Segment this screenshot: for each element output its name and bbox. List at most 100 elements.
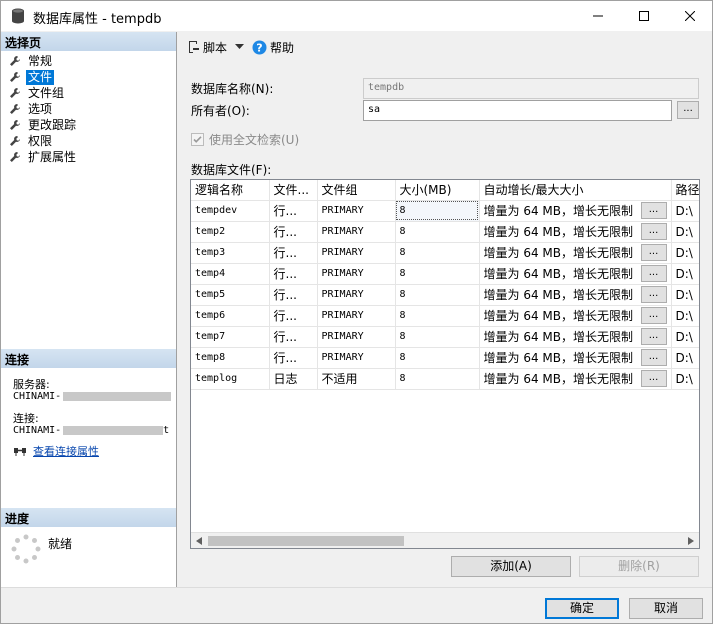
- cell-file-type[interactable]: 行...: [269, 200, 318, 222]
- scrollbar-thumb[interactable]: [208, 536, 404, 546]
- cell-autogrowth[interactable]: 增量为 64 MB，增长无限制...: [479, 221, 672, 243]
- page-item-options[interactable]: 选项: [7, 101, 78, 117]
- cell-path[interactable]: D:\: [671, 326, 699, 348]
- cell-logical-name[interactable]: temp6: [191, 305, 270, 327]
- cell-filegroup[interactable]: PRIMARY: [317, 221, 396, 243]
- cell-logical-name[interactable]: temp5: [191, 284, 270, 306]
- cell-logical-name[interactable]: temp8: [191, 347, 270, 369]
- cell-path[interactable]: D:\: [671, 242, 699, 264]
- cell-size[interactable]: 8: [395, 242, 480, 264]
- table-row[interactable]: temp7 行... PRIMARY 8 增量为 64 MB，增长无限制... …: [191, 326, 699, 348]
- table-row[interactable]: temp8 行... PRIMARY 8 增量为 64 MB，增长无限制... …: [191, 347, 699, 369]
- column-header-size[interactable]: 大小(MB): [395, 180, 480, 201]
- cell-size[interactable]: 8: [395, 200, 480, 222]
- cell-path[interactable]: D:\: [671, 305, 699, 327]
- db-name-field[interactable]: tempdb: [363, 78, 699, 99]
- cell-autogrowth[interactable]: 增量为 64 MB，增长无限制...: [479, 368, 672, 390]
- cell-autogrowth[interactable]: 增量为 64 MB，增长无限制...: [479, 347, 672, 369]
- cell-filegroup[interactable]: PRIMARY: [317, 284, 396, 306]
- cell-file-type[interactable]: 行...: [269, 242, 318, 264]
- cell-file-type[interactable]: 行...: [269, 284, 318, 306]
- cell-file-type[interactable]: 日志: [269, 368, 318, 390]
- cell-size[interactable]: 8: [395, 305, 480, 327]
- cell-filegroup[interactable]: PRIMARY: [317, 347, 396, 369]
- minimize-button[interactable]: [575, 1, 621, 31]
- horizontal-scrollbar[interactable]: [191, 532, 699, 548]
- autogrowth-ellipsis-button[interactable]: ...: [640, 370, 667, 387]
- cell-autogrowth[interactable]: 增量为 64 MB，增长无限制...: [479, 305, 672, 327]
- cell-logical-name[interactable]: temp7: [191, 326, 270, 348]
- cell-filegroup[interactable]: PRIMARY: [317, 305, 396, 327]
- owner-browse-button[interactable]: ...: [677, 101, 699, 119]
- script-dropdown[interactable]: [235, 44, 245, 50]
- cell-logical-name[interactable]: temp4: [191, 263, 270, 285]
- cancel-button[interactable]: 取消: [629, 598, 703, 619]
- cell-logical-name[interactable]: templog: [191, 368, 270, 390]
- cell-file-type[interactable]: 行...: [269, 221, 318, 243]
- help-button[interactable]: ? 帮助: [252, 39, 294, 56]
- cell-autogrowth[interactable]: 增量为 64 MB，增长无限制...: [479, 200, 672, 222]
- autogrowth-ellipsis-button[interactable]: ...: [640, 307, 667, 324]
- autogrowth-ellipsis-button[interactable]: ...: [640, 265, 667, 282]
- remove-file-button[interactable]: 删除(R): [579, 556, 699, 577]
- owner-field[interactable]: sa: [363, 100, 672, 121]
- cell-file-type[interactable]: 行...: [269, 263, 318, 285]
- cell-path[interactable]: D:\: [671, 200, 699, 222]
- cell-filegroup[interactable]: 不适用: [317, 368, 396, 390]
- cell-autogrowth[interactable]: 增量为 64 MB，增长无限制...: [479, 242, 672, 264]
- view-connection-properties-link[interactable]: 查看连接属性: [33, 443, 99, 459]
- column-header-logical-name[interactable]: 逻辑名称: [191, 180, 270, 201]
- cell-file-type[interactable]: 行...: [269, 326, 318, 348]
- cell-filegroup[interactable]: PRIMARY: [317, 200, 396, 222]
- table-row[interactable]: tempdev 行... PRIMARY 8 增量为 64 MB，增长无限制..…: [191, 200, 699, 222]
- column-header-autogrowth[interactable]: 自动增长/最大大小: [479, 180, 672, 201]
- cell-path[interactable]: D:\: [671, 368, 699, 390]
- cell-path[interactable]: D:\: [671, 221, 699, 243]
- cell-logical-name[interactable]: temp2: [191, 221, 270, 243]
- column-header-filegroup[interactable]: 文件组: [317, 180, 396, 201]
- ok-button[interactable]: 确定: [545, 598, 619, 619]
- cell-file-type[interactable]: 行...: [269, 305, 318, 327]
- autogrowth-ellipsis-button[interactable]: ...: [640, 349, 667, 366]
- cell-file-type[interactable]: 行...: [269, 347, 318, 369]
- cell-filegroup[interactable]: PRIMARY: [317, 326, 396, 348]
- autogrowth-ellipsis-button[interactable]: ...: [640, 202, 667, 219]
- cell-filegroup[interactable]: PRIMARY: [317, 242, 396, 264]
- cell-size[interactable]: 8: [395, 221, 480, 243]
- cell-filegroup[interactable]: PRIMARY: [317, 263, 396, 285]
- column-header-file-type[interactable]: 文件...: [269, 180, 318, 201]
- cell-logical-name[interactable]: tempdev: [191, 200, 270, 222]
- cell-autogrowth[interactable]: 增量为 64 MB，增长无限制...: [479, 284, 672, 306]
- cell-size[interactable]: 8: [395, 326, 480, 348]
- page-item-files[interactable]: 文件: [7, 69, 78, 85]
- fulltext-checkbox[interactable]: [191, 133, 204, 146]
- close-button[interactable]: [667, 1, 713, 31]
- cell-path[interactable]: D:\: [671, 284, 699, 306]
- cell-autogrowth[interactable]: 增量为 64 MB，增长无限制...: [479, 326, 672, 348]
- autogrowth-ellipsis-button[interactable]: ...: [640, 244, 667, 261]
- table-row[interactable]: temp2 行... PRIMARY 8 增量为 64 MB，增长无限制... …: [191, 221, 699, 243]
- script-button[interactable]: 脚本: [186, 39, 227, 56]
- cell-path[interactable]: D:\: [671, 347, 699, 369]
- scroll-right-icon[interactable]: [683, 533, 699, 548]
- cell-logical-name[interactable]: temp3: [191, 242, 270, 264]
- autogrowth-ellipsis-button[interactable]: ...: [640, 328, 667, 345]
- page-item-change-tracking[interactable]: 更改跟踪: [7, 117, 78, 133]
- table-row[interactable]: temp3 行... PRIMARY 8 增量为 64 MB，增长无限制... …: [191, 242, 699, 264]
- cell-size[interactable]: 8: [395, 284, 480, 306]
- table-row[interactable]: temp5 行... PRIMARY 8 增量为 64 MB，增长无限制... …: [191, 284, 699, 306]
- page-item-permissions[interactable]: 权限: [7, 133, 78, 149]
- page-item-filegroups[interactable]: 文件组: [7, 85, 78, 101]
- autogrowth-ellipsis-button[interactable]: ...: [640, 223, 667, 240]
- add-file-button[interactable]: 添加(A): [451, 556, 571, 577]
- cell-size[interactable]: 8: [395, 368, 480, 390]
- maximize-button[interactable]: [621, 1, 667, 31]
- page-item-general[interactable]: 常规: [7, 53, 78, 69]
- page-item-extended-properties[interactable]: 扩展属性: [7, 149, 78, 165]
- cell-size[interactable]: 8: [395, 347, 480, 369]
- table-row[interactable]: temp4 行... PRIMARY 8 增量为 64 MB，增长无限制... …: [191, 263, 699, 285]
- cell-size[interactable]: 8: [395, 263, 480, 285]
- column-header-path[interactable]: 路径: [671, 180, 699, 201]
- table-row[interactable]: templog 日志 不适用 8 增量为 64 MB，增长无限制... D:\: [191, 368, 699, 390]
- autogrowth-ellipsis-button[interactable]: ...: [640, 286, 667, 303]
